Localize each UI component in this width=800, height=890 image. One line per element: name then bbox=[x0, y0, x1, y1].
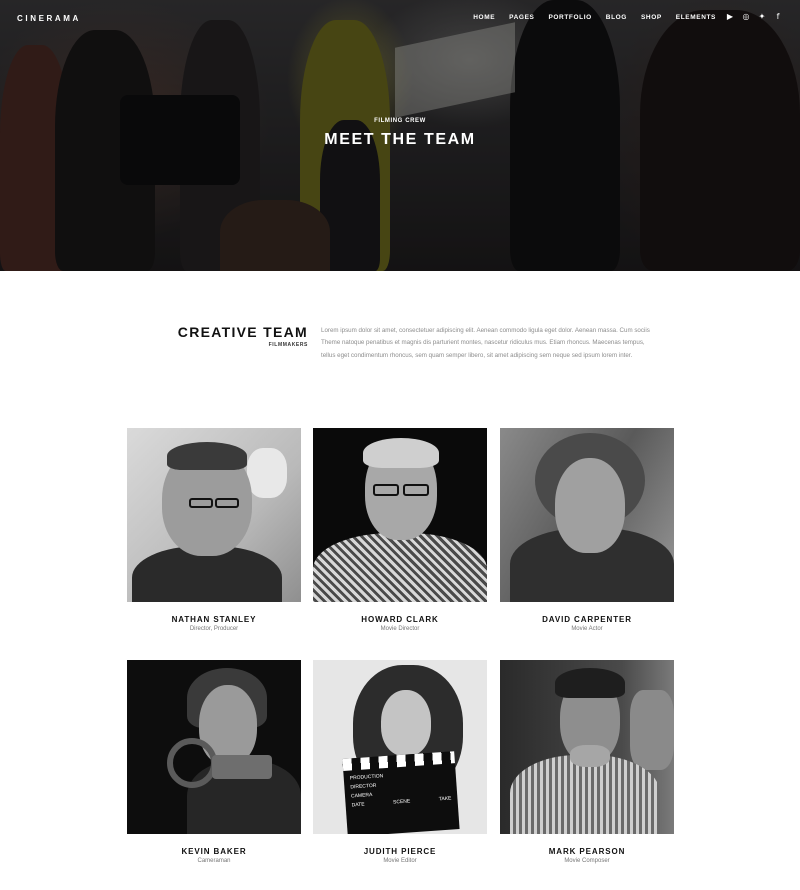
clapperboard: PRODUCTION DIRECTOR CAMERA DATE SCENE TA… bbox=[342, 751, 460, 834]
team-member-card[interactable]: DAVID CARPENTER Movie Actor bbox=[500, 428, 674, 632]
member-photo[interactable] bbox=[313, 428, 487, 602]
page-title: MEET THE TEAM bbox=[324, 131, 476, 148]
clapperboard-scene: SCENE bbox=[392, 798, 411, 806]
social-links: ▶ ◎ ✦ f bbox=[722, 12, 786, 21]
instagram-icon[interactable]: ◎ bbox=[738, 12, 754, 21]
section-description: Lorem ipsum dolor sit amet, consectetuer… bbox=[321, 327, 650, 359]
team-member-card[interactable]: HOWARD CLARK Movie Director bbox=[313, 428, 487, 632]
facebook-icon[interactable]: f bbox=[770, 12, 786, 21]
member-name: NATHAN STANLEY bbox=[171, 615, 257, 624]
member-name: JUDITH PIERCE bbox=[363, 847, 437, 856]
clapperboard-date: DATE bbox=[351, 801, 365, 809]
member-role: Director, Producer bbox=[189, 626, 239, 632]
nav-pages[interactable]: PAGES bbox=[509, 14, 534, 21]
member-name: DAVID CARPENTER bbox=[542, 615, 632, 624]
member-role: Movie Director bbox=[380, 626, 420, 632]
site-logo[interactable]: CINERAMA bbox=[17, 14, 81, 23]
twitter-icon[interactable]: ✦ bbox=[754, 12, 770, 21]
team-member-card[interactable]: NATHAN STANLEY Director, Producer bbox=[127, 428, 301, 632]
section-title: CREATIVE TEAM bbox=[177, 324, 308, 340]
nav-blog[interactable]: BLOG bbox=[606, 14, 627, 21]
member-photo[interactable] bbox=[500, 660, 674, 834]
member-photo[interactable] bbox=[500, 428, 674, 602]
nav-portfolio[interactable]: PORTFOLIO bbox=[548, 14, 591, 21]
member-photo[interactable] bbox=[127, 428, 301, 602]
nav-home[interactable]: HOME bbox=[473, 14, 495, 21]
team-member-card[interactable]: KEVIN BAKER Cameraman bbox=[127, 660, 301, 864]
nav-shop[interactable]: SHOP bbox=[641, 14, 662, 21]
member-photo[interactable]: PRODUCTION DIRECTOR CAMERA DATE SCENE TA… bbox=[313, 660, 487, 834]
member-role: Movie Composer bbox=[564, 858, 610, 864]
main-nav: HOME PAGES PORTFOLIO BLOG SHOP ELEMENTS bbox=[459, 14, 716, 21]
hero-subtitle: FILMING CREW bbox=[374, 118, 426, 124]
member-role: Cameraman bbox=[197, 858, 231, 864]
team-member-card[interactable]: MARK PEARSON Movie Composer bbox=[500, 660, 674, 864]
hero-banner: CINERAMA HOME PAGES PORTFOLIO BLOG SHOP … bbox=[0, 0, 800, 271]
clapperboard-take: TAKE bbox=[438, 795, 452, 803]
member-role: Movie Actor bbox=[571, 626, 603, 632]
youtube-icon[interactable]: ▶ bbox=[722, 12, 738, 21]
section-subtitle: FILMMAKERS bbox=[268, 342, 308, 348]
member-name: MARK PEARSON bbox=[548, 847, 626, 856]
member-name: HOWARD CLARK bbox=[361, 615, 439, 624]
member-role: Movie Editor bbox=[383, 858, 417, 864]
member-name: KEVIN BAKER bbox=[181, 847, 247, 856]
nav-elements[interactable]: ELEMENTS bbox=[676, 14, 716, 21]
member-photo[interactable] bbox=[127, 660, 301, 834]
team-member-card[interactable]: PRODUCTION DIRECTOR CAMERA DATE SCENE TA… bbox=[313, 660, 487, 864]
